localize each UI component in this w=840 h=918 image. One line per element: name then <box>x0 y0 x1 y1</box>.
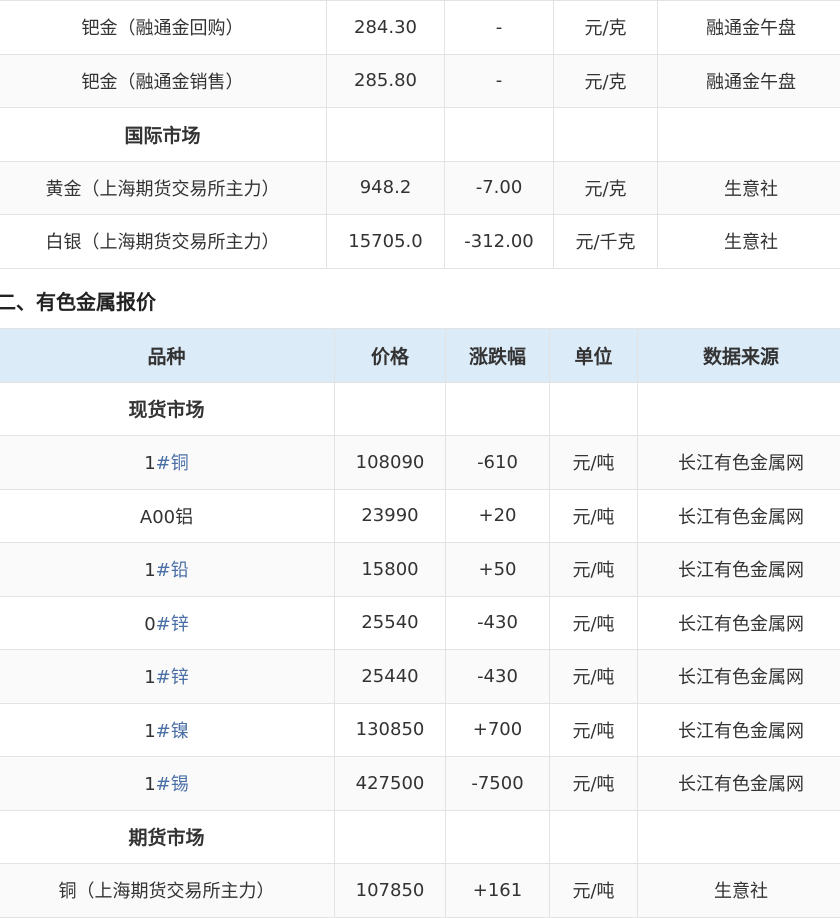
item-unit: 元/吨 <box>550 650 638 704</box>
item-name: A00铝 <box>0 489 335 543</box>
item-change: -7500 <box>446 757 550 811</box>
table-row: 1#锌 25440 -430 元/吨 长江有色金属网 <box>0 650 840 704</box>
table-row: 1#锡 427500 -7500 元/吨 长江有色金属网 <box>0 757 840 811</box>
item-unit: 元/吨 <box>550 543 638 597</box>
item-price: 108090 <box>335 436 446 490</box>
item-change: -312.00 <box>445 215 554 269</box>
item-name: 1#锡 <box>0 757 335 811</box>
table-row: 铜（上海期货交易所主力） 107850 +161 元/吨 生意社 <box>0 864 840 918</box>
item-price: 427500 <box>335 757 446 811</box>
section-row-futures: 期货市场 <box>0 810 840 864</box>
header-unit: 单位 <box>550 329 638 383</box>
table-row: A00铝 23990 +20 元/吨 长江有色金属网 <box>0 489 840 543</box>
item-unit: 元/千克 <box>554 215 658 269</box>
section-label: 期货市场 <box>0 810 335 864</box>
item-change: +50 <box>446 543 550 597</box>
item-source: 长江有色金属网 <box>638 703 840 757</box>
item-price: 285.80 <box>327 54 445 108</box>
item-name: 钯金（融通金回购） <box>0 1 327 55</box>
item-name: 1#锌 <box>0 650 335 704</box>
item-unit: 元/吨 <box>550 703 638 757</box>
item-name: 钯金（融通金销售） <box>0 54 327 108</box>
item-name: 1#镍 <box>0 703 335 757</box>
item-price: 25440 <box>335 650 446 704</box>
section-label: 国际市场 <box>0 108 327 162</box>
item-price: 23990 <box>335 489 446 543</box>
item-source: 生意社 <box>638 864 840 918</box>
header-price: 价格 <box>335 329 446 383</box>
item-price: 15705.0 <box>327 215 445 269</box>
item-change: - <box>445 54 554 108</box>
item-unit: 元/克 <box>554 161 658 215</box>
item-unit: 元/克 <box>554 1 658 55</box>
item-price: 25540 <box>335 596 446 650</box>
item-source: 长江有色金属网 <box>638 757 840 811</box>
item-unit: 元/吨 <box>550 864 638 918</box>
item-unit: 元/吨 <box>550 757 638 811</box>
item-change: -610 <box>446 436 550 490</box>
item-name: 铜（上海期货交易所主力） <box>0 864 335 918</box>
item-source: 长江有色金属网 <box>638 543 840 597</box>
item-change: +700 <box>446 703 550 757</box>
item-change: -430 <box>446 596 550 650</box>
item-name: 1#铅 <box>0 543 335 597</box>
item-source: 长江有色金属网 <box>638 436 840 490</box>
item-unit: 元/吨 <box>550 596 638 650</box>
item-price: 15800 <box>335 543 446 597</box>
section-row-spot: 现货市场 <box>0 382 840 436</box>
item-change: -430 <box>446 650 550 704</box>
nonferrous-table: 品种 价格 涨跌幅 单位 数据来源 现货市场 1#铜 108090 -610 元… <box>0 328 840 918</box>
item-unit: 元/吨 <box>550 436 638 490</box>
section-heading: 二、有色金属报价 <box>0 282 156 322</box>
section-row-international: 国际市场 <box>0 108 840 162</box>
table-row: 1#铜 108090 -610 元/吨 长江有色金属网 <box>0 436 840 490</box>
item-source: 长江有色金属网 <box>638 489 840 543</box>
item-price: 284.30 <box>327 1 445 55</box>
item-source: 长江有色金属网 <box>638 596 840 650</box>
item-change: +161 <box>446 864 550 918</box>
header-name: 品种 <box>0 329 335 383</box>
item-source: 融通金午盘 <box>658 1 840 55</box>
item-unit: 元/克 <box>554 54 658 108</box>
header-change: 涨跌幅 <box>446 329 550 383</box>
table-row: 1#镍 130850 +700 元/吨 长江有色金属网 <box>0 703 840 757</box>
section-label: 现货市场 <box>0 382 335 436</box>
table-row: 1#铅 15800 +50 元/吨 长江有色金属网 <box>0 543 840 597</box>
header-source: 数据来源 <box>638 329 840 383</box>
item-price: 107850 <box>335 864 446 918</box>
item-name: 0#锌 <box>0 596 335 650</box>
item-change: -7.00 <box>445 161 554 215</box>
item-price: 130850 <box>335 703 446 757</box>
item-name: 白银（上海期货交易所主力） <box>0 215 327 269</box>
table-row: 0#锌 25540 -430 元/吨 长江有色金属网 <box>0 596 840 650</box>
item-source: 生意社 <box>658 161 840 215</box>
table-row: 黄金（上海期货交易所主力） 948.2 -7.00 元/克 生意社 <box>0 161 840 215</box>
item-name: 1#铜 <box>0 436 335 490</box>
item-source: 融通金午盘 <box>658 54 840 108</box>
item-source: 生意社 <box>658 215 840 269</box>
item-name: 黄金（上海期货交易所主力） <box>0 161 327 215</box>
table-row: 白银（上海期货交易所主力） 15705.0 -312.00 元/千克 生意社 <box>0 215 840 269</box>
table-header: 品种 价格 涨跌幅 单位 数据来源 <box>0 329 840 383</box>
table-row: 钯金（融通金销售） 285.80 - 元/克 融通金午盘 <box>0 54 840 108</box>
item-change: +20 <box>446 489 550 543</box>
item-source: 长江有色金属网 <box>638 650 840 704</box>
precious-metals-table: 钯金（融通金回购） 284.30 - 元/克 融通金午盘 钯金（融通金销售） 2… <box>0 0 840 269</box>
item-unit: 元/吨 <box>550 489 638 543</box>
table-row: 钯金（融通金回购） 284.30 - 元/克 融通金午盘 <box>0 1 840 55</box>
item-price: 948.2 <box>327 161 445 215</box>
item-change: - <box>445 1 554 55</box>
